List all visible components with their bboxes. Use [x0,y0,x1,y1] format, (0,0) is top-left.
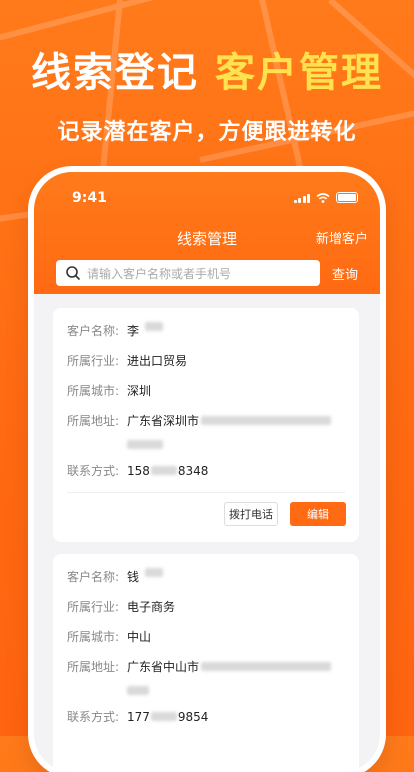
redacted-text [145,322,164,331]
customer-phone-row: 联系方式: 158 8348 [67,462,208,480]
customer-name-label: 客户名称: [67,324,120,338]
promo-title-highlight: 客户管理 [214,50,383,96]
redacted-text [201,662,332,671]
customer-card: 客户名称: 钱 所属行业: 电子商务 所属城市: 中山 所属地址: 广东省中山市… [53,554,359,772]
call-button[interactable]: 拨打电话 [224,502,278,526]
customer-industry-row: 所属行业: 进出口贸易 [67,352,187,370]
customer-card: 客户名称: 李 所属行业: 进出口贸易 所属城市: 深圳 所属地址: 广东省深圳… [53,308,359,542]
promo-subtitle: 记录潜在客户，方便跟进转化 [57,120,357,145]
customer-industry-label: 所属行业: [67,354,120,368]
redacted-text [127,686,149,695]
customer-city-label: 所属城市: [67,384,120,398]
edit-button[interactable]: 编辑 [290,502,346,526]
redacted-text [127,440,163,449]
customer-address-value: 广东省深圳市 [127,414,200,428]
redacted-text [150,466,177,475]
customer-city-value: 中山 [127,630,152,644]
customer-phone-prefix: 158 [127,464,150,478]
customer-name-label: 客户名称: [67,570,120,584]
search-icon [66,266,80,280]
customer-phone-suffix: 8348 [177,464,209,478]
customer-name-row: 客户名称: 李 [67,322,164,340]
customer-address-row: 所属地址: 广东省中山市 [67,658,332,676]
divider [67,492,345,493]
status-time: 9:41 [72,190,107,206]
search-placeholder: 请输入客户名称或者手机号 [87,266,232,281]
customer-phone-row: 联系方式: 177 9854 [67,708,208,726]
battery-icon [336,192,358,203]
search-button[interactable]: 查询 [332,264,358,283]
add-customer-button[interactable]: 新增客户 [316,228,368,247]
customer-name-value: 钱 [127,570,140,584]
redacted-text [145,568,164,577]
customer-industry-value: 进出口贸易 [127,354,188,368]
customer-phone-prefix: 177 [127,710,150,724]
customer-industry-value: 电子商务 [127,600,176,614]
promo-title-white: 线索登记 [31,50,200,96]
customer-city-row: 所属城市: 中山 [67,628,151,646]
customer-address-row: 所属地址: 广东省深圳市 [67,412,332,430]
customer-address-label: 所属地址: [67,414,120,428]
customer-address-value: 广东省中山市 [127,660,200,674]
signal-icon [293,193,310,203]
customer-address-label: 所属地址: [67,660,120,674]
search-input[interactable]: 请输入客户名称或者手机号 [56,260,320,286]
phone-mockup: 9:41 线索管理 新增客户 请输入客户名称或者手机号 查询 客户名称: 李 所… [34,172,380,772]
app-header: 9:41 线索管理 新增客户 请输入客户名称或者手机号 查询 [34,172,380,294]
customer-city-row: 所属城市: 深圳 [67,382,151,400]
wifi-icon [316,192,330,203]
redacted-text [201,416,332,425]
customer-phone-label: 联系方式: [67,710,120,724]
customer-phone-label: 联系方式: [67,464,120,478]
customer-city-value: 深圳 [127,384,152,398]
customer-name-value: 李 [127,324,140,338]
customer-name-row: 客户名称: 钱 [67,568,164,586]
redacted-text [150,712,177,721]
customer-city-label: 所属城市: [67,630,120,644]
promo-title: 线索登记 客户管理 [0,48,414,98]
customer-industry-row: 所属行业: 电子商务 [67,598,175,616]
customer-phone-suffix: 9854 [177,710,209,724]
customer-industry-label: 所属行业: [67,600,120,614]
status-icons [293,192,358,203]
